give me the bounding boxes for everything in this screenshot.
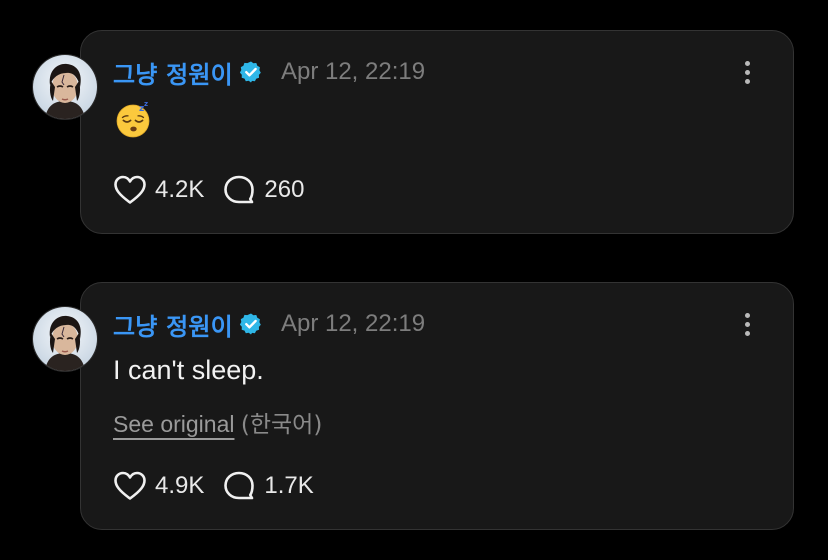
verified-badge-icon [239,61,261,83]
post-card[interactable]: 그냥 정원이 Apr 12, 22:19 z z 4.2K 260 [80,30,794,234]
comment-button[interactable]: 1.7K [222,470,314,502]
more-options-icon[interactable] [741,57,753,87]
avatar-portrait-image [33,55,97,119]
svg-text:z: z [144,100,148,108]
avatar[interactable] [32,54,98,120]
speech-bubble-outline-icon [224,175,255,204]
post-1: 그냥 정원이 Apr 12, 22:19 z z 4.2K 260 [0,30,828,234]
post-text: I can't sleep. [113,355,264,385]
see-original-link[interactable]: See original [113,411,234,437]
heart-outline-icon [114,175,146,204]
post-header: 그냥 정원이 Apr 12, 22:19 [113,55,426,90]
like-count: 4.2K [155,176,205,203]
heart-outline-icon [114,471,146,500]
post-timestamp: Apr 12, 22:19 [280,58,426,85]
avatar[interactable] [32,306,98,372]
avatar-portrait-image [33,307,97,371]
more-options-icon[interactable] [741,309,753,339]
speech-bubble-outline-icon [224,471,255,500]
comment-count: 1.7K [264,472,314,499]
like-button[interactable]: 4.2K [113,174,204,206]
author-name[interactable]: 그냥 정원이 [113,307,233,342]
original-language: (한국어) [240,412,323,438]
post-actions: 4.2K 260 [113,174,304,206]
post-2: 그냥 정원이 Apr 12, 22:19 I can't sleep. See … [0,282,828,530]
post-header: 그냥 정원이 Apr 12, 22:19 [113,307,426,342]
like-count: 4.9K [155,472,205,499]
post-card[interactable]: 그냥 정원이 Apr 12, 22:19 I can't sleep. See … [80,282,794,530]
comment-button[interactable]: 260 [222,174,304,206]
post-actions: 4.9K 1.7K [113,470,314,502]
like-button[interactable]: 4.9K [113,470,204,502]
post-timestamp: Apr 12, 22:19 [280,310,426,337]
author-name[interactable]: 그냥 정원이 [113,55,233,90]
verified-badge-icon [239,313,261,335]
translation-note: See original (한국어) [113,405,322,439]
sleeping-face-emoji: z z [116,100,150,138]
comment-count: 260 [264,176,305,203]
